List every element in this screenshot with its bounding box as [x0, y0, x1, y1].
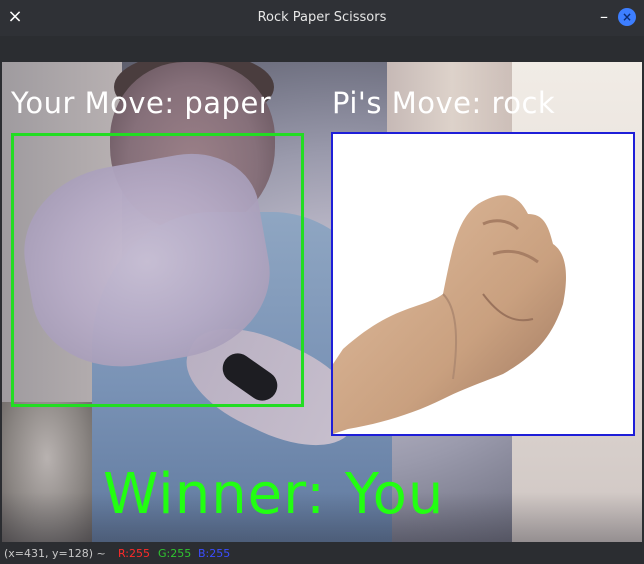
window-title: Rock Paper Scissors: [257, 10, 387, 25]
pixel-blue-value: B:255: [198, 547, 231, 560]
your-move-detection-box: [11, 133, 304, 407]
camera-feed[interactable]: Your Move: paper Pi's Move: rock Winner:…: [2, 62, 642, 542]
pixel-green-value: G:255: [158, 547, 192, 560]
pi-move-image: [331, 132, 635, 436]
toolbar-area: [0, 36, 644, 62]
pi-move-label: Pi's Move: rock: [332, 86, 556, 120]
cursor-coordinates: (x=431, y=128) ~: [4, 547, 106, 560]
pixel-red-value: R:255: [118, 547, 151, 560]
rock-hand-icon: [333, 195, 566, 434]
winner-label: Winner: You: [103, 462, 445, 527]
title-bar: × Rock Paper Scissors – ×: [0, 0, 644, 36]
close-window-icon[interactable]: ×: [618, 8, 636, 26]
status-bar: (x=431, y=128) ~ R:255 G:255 B:255: [0, 542, 644, 564]
your-move-label: Your Move: paper: [11, 86, 272, 120]
minimize-icon[interactable]: –: [597, 8, 611, 26]
